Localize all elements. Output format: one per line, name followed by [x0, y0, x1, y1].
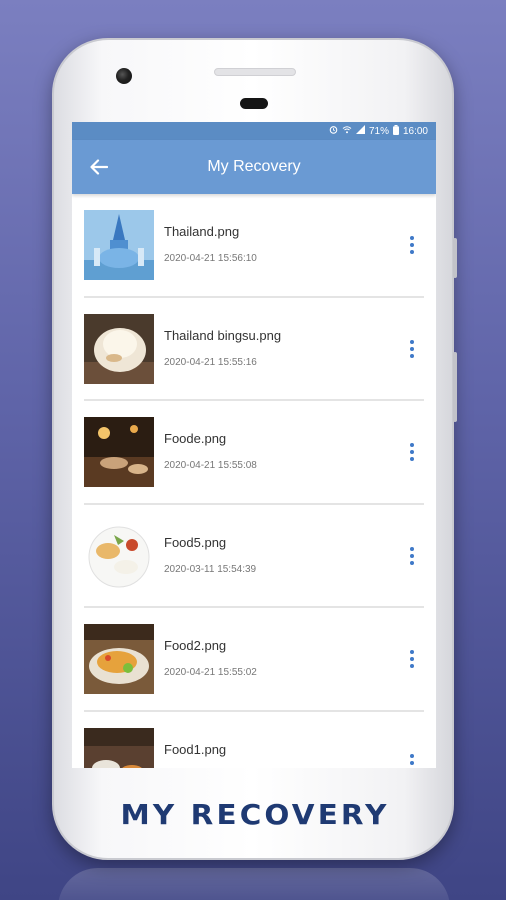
front-camera: [116, 68, 132, 84]
kebab-dot: [410, 657, 414, 661]
kebab-dot: [410, 767, 414, 768]
thumbnail-image: [84, 210, 154, 280]
phone-reflection: [58, 868, 450, 900]
kebab-menu-icon: [410, 236, 414, 240]
clock: 16:00: [402, 125, 428, 137]
file-list: Thailand.png 2020-04-21 15:56:10 Thailan…: [72, 194, 436, 768]
arrow-left-icon: [90, 159, 108, 175]
status-bar: 71% 16:00: [72, 122, 436, 140]
kebab-menu-icon: [410, 650, 414, 654]
more-options-button[interactable]: [400, 646, 424, 672]
list-item[interactable]: Thailand bingsu.png 2020-04-21 15:55:16: [84, 298, 424, 401]
file-name: Food5.png: [164, 534, 227, 550]
file-name: Food2.png: [164, 638, 227, 653]
back-button[interactable]: [86, 154, 112, 180]
more-options-button[interactable]: [400, 750, 424, 768]
kebab-dot: [410, 560, 414, 565]
more-options-button[interactable]: [400, 543, 424, 569]
list-item[interactable]: Food1.png: [84, 712, 424, 768]
volume-button: [453, 352, 457, 422]
more-options-button[interactable]: [400, 336, 424, 362]
battery-percent: 71%: [368, 125, 389, 137]
more-options-button[interactable]: [400, 439, 424, 465]
signal-icon: [355, 125, 365, 137]
page-title: My Recovery: [207, 158, 301, 175]
battery-icon: [392, 124, 399, 138]
kebab-dot: [410, 250, 414, 254]
kebab-menu-icon: [410, 443, 414, 447]
file-date: 2020-03-11 15:54:39: [164, 563, 257, 575]
file-date: 2020-04-21 15:56:10: [164, 253, 257, 264]
kebab-dot: [410, 243, 414, 247]
list-item[interactable]: Foode.png 2020-04-21 15:55:08: [84, 401, 424, 505]
list-item[interactable]: Food2.png 2020-04-21 15:55:02: [84, 608, 424, 712]
thumbnail-image: [84, 417, 154, 487]
alarm-icon: [329, 125, 338, 137]
kebab-dot: [410, 457, 414, 461]
file-name: Thailand.png: [164, 224, 240, 239]
thumbnail-image: [84, 313, 154, 384]
phone-frame: 71% 16:00 My Recovery Thailand.png 2020-…: [52, 38, 457, 860]
file-name: Food1.png: [164, 741, 227, 757]
file-date: 2020-04-21 15:55:16: [164, 356, 257, 368]
more-options-button[interactable]: [400, 232, 424, 258]
wifi-icon: [342, 125, 352, 137]
file-date: 2020-04-21 15:55:02: [164, 667, 257, 678]
app-bar: My Recovery: [72, 140, 436, 194]
kebab-dot: [410, 664, 414, 668]
kebab-menu-icon: [410, 753, 414, 758]
kebab-dot: [410, 553, 414, 558]
thumbnail-image: [84, 520, 154, 591]
screen: 71% 16:00 My Recovery Thailand.png 2020-…: [72, 122, 436, 768]
kebab-dot: [410, 353, 414, 358]
kebab-dot: [410, 346, 414, 351]
file-name: Thailand bingsu.png: [164, 327, 282, 343]
file-name: Foode.png: [164, 431, 227, 446]
list-item[interactable]: Thailand.png 2020-04-21 15:56:10: [84, 194, 424, 298]
promo-banner-text: MY RECOVERY: [120, 798, 390, 831]
kebab-dot: [410, 760, 414, 765]
kebab-menu-icon: [410, 339, 414, 344]
proximity-sensor: [240, 98, 268, 109]
thumbnail-image: [84, 727, 154, 768]
power-button: [453, 238, 457, 278]
kebab-dot: [410, 450, 414, 454]
thumbnail-image: [84, 624, 154, 694]
kebab-menu-icon: [410, 546, 414, 551]
earpiece-speaker: [214, 68, 296, 76]
list-item[interactable]: Food5.png 2020-03-11 15:54:39: [84, 505, 424, 608]
file-date: 2020-04-21 15:55:08: [164, 460, 257, 471]
